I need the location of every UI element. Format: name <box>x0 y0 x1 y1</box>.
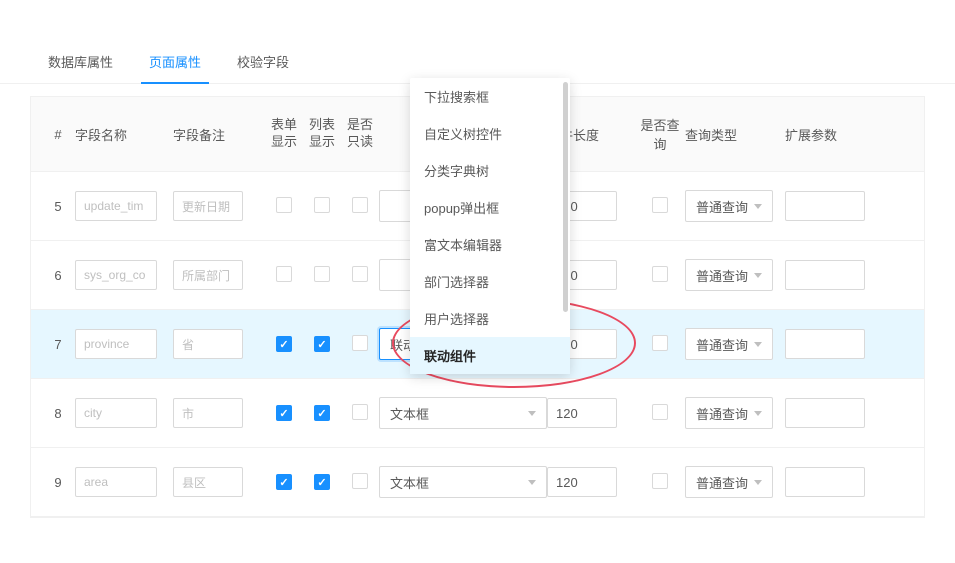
tab-db-attr[interactable]: 数据库属性 <box>30 40 131 83</box>
control-type-select[interactable]: 文本框 <box>379 466 547 498</box>
ext-param-input[interactable] <box>785 260 865 290</box>
chevron-down-icon <box>754 204 762 209</box>
field-name-input[interactable]: update_tim <box>75 191 157 221</box>
control-length-input[interactable]: 120 <box>547 467 617 497</box>
list-show-checkbox[interactable] <box>314 405 330 421</box>
field-remark-input[interactable]: 所属部门 <box>173 260 243 290</box>
readonly-checkbox[interactable] <box>352 473 368 489</box>
field-name-input[interactable]: sys_org_co <box>75 260 157 290</box>
form-show-checkbox[interactable] <box>276 197 292 213</box>
cell-index: 5 <box>41 199 75 214</box>
th-ext: 扩展参数 <box>785 125 885 144</box>
control-length-input[interactable]: 120 <box>547 398 617 428</box>
chevron-down-icon <box>754 480 762 485</box>
query-type-select[interactable]: 普通查询 <box>685 397 773 429</box>
field-name-input[interactable]: province <box>75 329 157 359</box>
th-index: # <box>41 127 75 142</box>
th-list-show: 列表显示 <box>303 117 341 151</box>
cell-index: 9 <box>41 475 75 490</box>
th-remark: 字段备注 <box>173 125 265 144</box>
cell-index: 6 <box>41 268 75 283</box>
tab-validate[interactable]: 校验字段 <box>219 40 307 83</box>
form-show-checkbox[interactable] <box>276 266 292 282</box>
is-query-checkbox[interactable] <box>652 335 668 351</box>
dropdown-option[interactable]: 富文本编辑器 <box>410 226 570 263</box>
th-query-type: 查询类型 <box>685 125 785 144</box>
table-row: 8 city 市 文本框 120 普通查询 <box>31 379 924 448</box>
dropdown-option[interactable]: popup弹出框 <box>410 189 570 226</box>
readonly-checkbox[interactable] <box>352 404 368 420</box>
readonly-checkbox[interactable] <box>352 335 368 351</box>
dropdown-option[interactable]: 分类字典树 <box>410 152 570 189</box>
query-type-select[interactable]: 普通查询 <box>685 259 773 291</box>
th-form-show: 表单显示 <box>265 117 303 151</box>
form-show-checkbox[interactable] <box>276 405 292 421</box>
dropdown-option[interactable]: 联动组件 <box>410 337 570 374</box>
is-query-checkbox[interactable] <box>652 197 668 213</box>
field-remark-input[interactable]: 县区 <box>173 467 243 497</box>
chevron-down-icon <box>754 411 762 416</box>
field-remark-input[interactable]: 更新日期 <box>173 191 243 221</box>
dropdown-option[interactable]: 下拉搜索框 <box>410 78 570 115</box>
chevron-down-icon <box>528 411 536 416</box>
is-query-checkbox[interactable] <box>652 473 668 489</box>
cell-index: 7 <box>41 337 75 352</box>
control-type-select[interactable]: 文本框 <box>379 397 547 429</box>
dropdown-option[interactable]: 部门选择器 <box>410 263 570 300</box>
chevron-down-icon <box>754 273 762 278</box>
dropdown-scrollbar[interactable] <box>563 82 568 312</box>
list-show-checkbox[interactable] <box>314 266 330 282</box>
field-remark-input[interactable]: 省 <box>173 329 243 359</box>
form-show-checkbox[interactable] <box>276 474 292 490</box>
ext-param-input[interactable] <box>785 329 865 359</box>
th-name: 字段名称 <box>75 125 173 144</box>
field-name-input[interactable]: area <box>75 467 157 497</box>
field-remark-input[interactable]: 市 <box>173 398 243 428</box>
th-readonly: 是否只读 <box>341 117 379 151</box>
chevron-down-icon <box>528 480 536 485</box>
list-show-checkbox[interactable] <box>314 197 330 213</box>
ext-param-input[interactable] <box>785 398 865 428</box>
query-type-select[interactable]: 普通查询 <box>685 190 773 222</box>
dropdown-option[interactable]: 自定义树控件 <box>410 115 570 152</box>
ext-param-input[interactable] <box>785 467 865 497</box>
is-query-checkbox[interactable] <box>652 266 668 282</box>
field-name-input[interactable]: city <box>75 398 157 428</box>
readonly-checkbox[interactable] <box>352 266 368 282</box>
tab-page-attr[interactable]: 页面属性 <box>131 40 219 83</box>
chevron-down-icon <box>754 342 762 347</box>
form-show-checkbox[interactable] <box>276 336 292 352</box>
list-show-checkbox[interactable] <box>314 474 330 490</box>
table-row: 9 area 县区 文本框 120 普通查询 <box>31 448 924 517</box>
ext-param-input[interactable] <box>785 191 865 221</box>
readonly-checkbox[interactable] <box>352 197 368 213</box>
dropdown-option[interactable]: 用户选择器 <box>410 300 570 337</box>
list-show-checkbox[interactable] <box>314 336 330 352</box>
query-type-select[interactable]: 普通查询 <box>685 466 773 498</box>
cell-index: 8 <box>41 406 75 421</box>
control-dropdown: 下拉搜索框自定义树控件分类字典树popup弹出框富文本编辑器部门选择器用户选择器… <box>410 78 570 374</box>
is-query-checkbox[interactable] <box>652 404 668 420</box>
th-is-query: 是否查询 <box>635 115 685 153</box>
query-type-select[interactable]: 普通查询 <box>685 328 773 360</box>
